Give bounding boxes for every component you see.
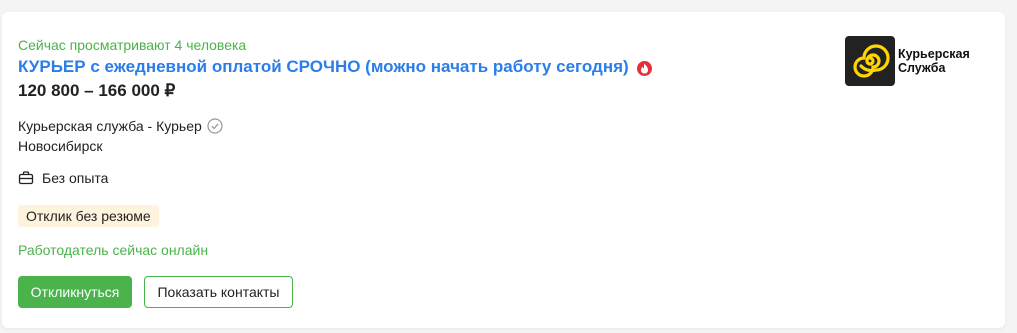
fire-icon [636, 60, 652, 76]
employer-online-status: Работодатель сейчас онлайн [18, 242, 209, 258]
respond-button[interactable]: Откликнуться [18, 276, 132, 308]
check-circle-icon [207, 118, 223, 134]
briefcase-icon [18, 171, 34, 185]
company-row: Курьерская служба - Курьер [18, 118, 223, 134]
experience-text: Без опыта [42, 170, 109, 186]
vacancy-title-link[interactable]: КУРЬЕР с ежедневной оплатой СРОЧНО (можн… [18, 57, 629, 77]
vacancy-card[interactable]: Сейчас просматривают 4 человека КУРЬЕР с… [2, 12, 1005, 328]
company-logo[interactable]: Курьерская Служба [845, 34, 990, 88]
company-name-link[interactable]: Курьерская служба - Курьер [18, 118, 202, 134]
title-row: КУРЬЕР с ежедневной оплатой СРОЧНО (можн… [18, 57, 652, 77]
logo-text: Курьерская Служба [898, 47, 970, 75]
viewers-count-text: Сейчас просматривают 4 человека [18, 37, 247, 53]
spiral-logo-icon [845, 36, 895, 86]
show-contacts-button[interactable]: Показать контакты [144, 276, 293, 308]
salary: 120 800 – 166 000 ₽ [18, 81, 176, 100]
experience-row: Без опыта [18, 170, 108, 186]
no-resume-badge: Отклик без резюме [18, 205, 159, 227]
city: Новосибирск [18, 138, 103, 154]
